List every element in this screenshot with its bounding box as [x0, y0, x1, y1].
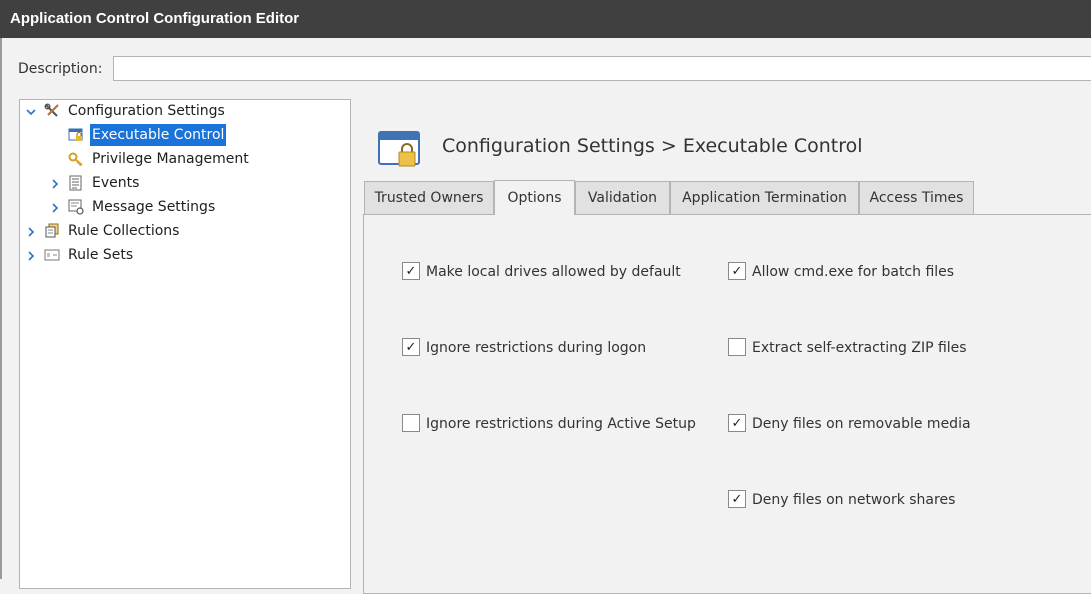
checkbox-label: Deny files on removable media	[752, 416, 971, 432]
checkbox[interactable]	[402, 414, 420, 432]
tree-label: Rule Collections	[68, 223, 180, 239]
description-label: Description:	[18, 61, 103, 77]
tab-options[interactable]: Options	[494, 180, 575, 215]
tree-label: Rule Sets	[68, 247, 134, 263]
checkbox-label: Extract self-extracting ZIP files	[752, 340, 967, 356]
tab-application-termination[interactable]: Application Termination	[670, 181, 859, 214]
tree-label: Events	[92, 175, 140, 191]
navigation-tree[interactable]: Configuration Settings Executable Contro…	[19, 99, 351, 589]
window-title: Application Control Configuration Editor	[0, 0, 1091, 38]
checkbox[interactable]: ✓	[728, 414, 746, 432]
description-input[interactable]	[113, 56, 1091, 81]
ruleset-icon	[44, 247, 60, 263]
tab-access-times[interactable]: Access Times	[859, 181, 974, 214]
tab-trusted-owners[interactable]: Trusted Owners	[364, 181, 494, 214]
checkbox-label: Ignore restrictions during logon	[426, 340, 647, 356]
tree-label: Configuration Settings	[68, 103, 225, 119]
checkbox-label: Deny files on network shares	[752, 492, 956, 508]
chevron-right-icon[interactable]	[26, 244, 36, 266]
message-icon	[68, 199, 84, 215]
checkbox[interactable]	[728, 338, 746, 356]
list-icon	[68, 175, 84, 191]
tab-validation[interactable]: Validation	[575, 181, 670, 214]
chevron-down-icon[interactable]	[26, 100, 36, 122]
chevron-right-icon[interactable]	[50, 196, 60, 218]
key-icon	[68, 151, 84, 167]
tree-label: Executable Control	[90, 124, 227, 146]
checkbox-label: Make local drives allowed by default	[426, 264, 681, 280]
window-lock-icon	[378, 129, 422, 169]
checkbox[interactable]: ✓	[728, 490, 746, 508]
collection-icon	[44, 223, 60, 239]
page-breadcrumb: Configuration Settings > Executable Cont…	[442, 135, 863, 157]
window-lock-icon	[68, 127, 84, 143]
checkbox[interactable]: ✓	[402, 262, 420, 280]
checkbox[interactable]: ✓	[728, 262, 746, 280]
checkbox-label: Ignore restrictions during Active Setup	[426, 416, 696, 432]
checkbox-label: Allow cmd.exe for batch files	[752, 264, 955, 280]
chevron-right-icon[interactable]	[50, 172, 60, 194]
tools-icon	[44, 103, 60, 119]
tree-label: Privilege Management	[92, 151, 249, 167]
chevron-right-icon[interactable]	[26, 220, 36, 242]
tree-label: Message Settings	[92, 199, 216, 215]
checkbox[interactable]: ✓	[402, 338, 420, 356]
